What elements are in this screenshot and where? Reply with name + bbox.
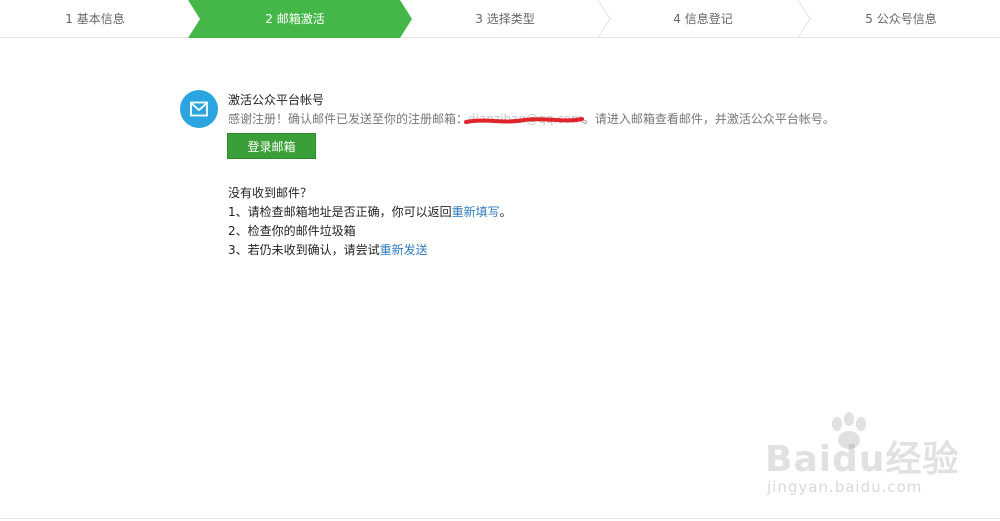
watermark-site: jingyan.baidu.com	[767, 478, 923, 496]
help-item1-text: 1、请检查邮箱地址是否正确，你可以返回	[228, 205, 452, 219]
step-info-register: 4 信息登记	[673, 12, 733, 26]
help-item3-text: 3、若仍未收到确认，请尝试	[228, 243, 380, 257]
help-item-resend: 3、若仍未收到确认，请尝试重新发送	[228, 241, 428, 258]
activation-description: 感谢注册！确认邮件已发送至你的注册邮箱：dianziban@qq.com 。请进…	[228, 110, 835, 127]
help-item-check-spam: 2、检查你的邮件垃圾箱	[228, 224, 356, 238]
activation-title: 激活公众平台帐号	[228, 93, 325, 107]
login-mailbox-button[interactable]: 登录邮箱	[227, 133, 316, 159]
step-progress-bar: 1 基本信息 2 邮箱激活 3 选择类型 4 信息登记 5 公众号信息	[0, 0, 1000, 38]
help-question: 没有收到邮件？	[228, 186, 313, 200]
registered-email: dianziban@qq.com	[464, 112, 585, 126]
registered-email-text: dianziban@qq.com	[468, 112, 583, 126]
refill-link[interactable]: 重新填写	[452, 205, 500, 219]
step-basic-info: 1 基本信息	[65, 12, 125, 26]
baidu-jingyan-watermark: Baidu经验 jingyan.baidu.com	[765, 412, 958, 502]
mail-icon	[180, 90, 218, 128]
desc-suffix: 。请进入邮箱查看邮件，并激活公众平台帐号。	[582, 112, 835, 126]
bottom-divider	[0, 518, 1000, 519]
step-account-info: 5 公众号信息	[865, 12, 937, 26]
resend-link[interactable]: 重新发送	[380, 243, 428, 257]
watermark-brand: Baidu经验	[765, 439, 960, 480]
help-item1-suffix: 。	[499, 205, 512, 219]
help-item-check-address: 1、请检查邮箱地址是否正确，你可以返回重新填写。	[228, 203, 512, 220]
step-email-activation: 2 邮箱激活	[265, 12, 325, 26]
step-select-type: 3 选择类型	[475, 12, 535, 26]
desc-prefix: 感谢注册！确认邮件已发送至你的注册邮箱：	[228, 112, 469, 126]
